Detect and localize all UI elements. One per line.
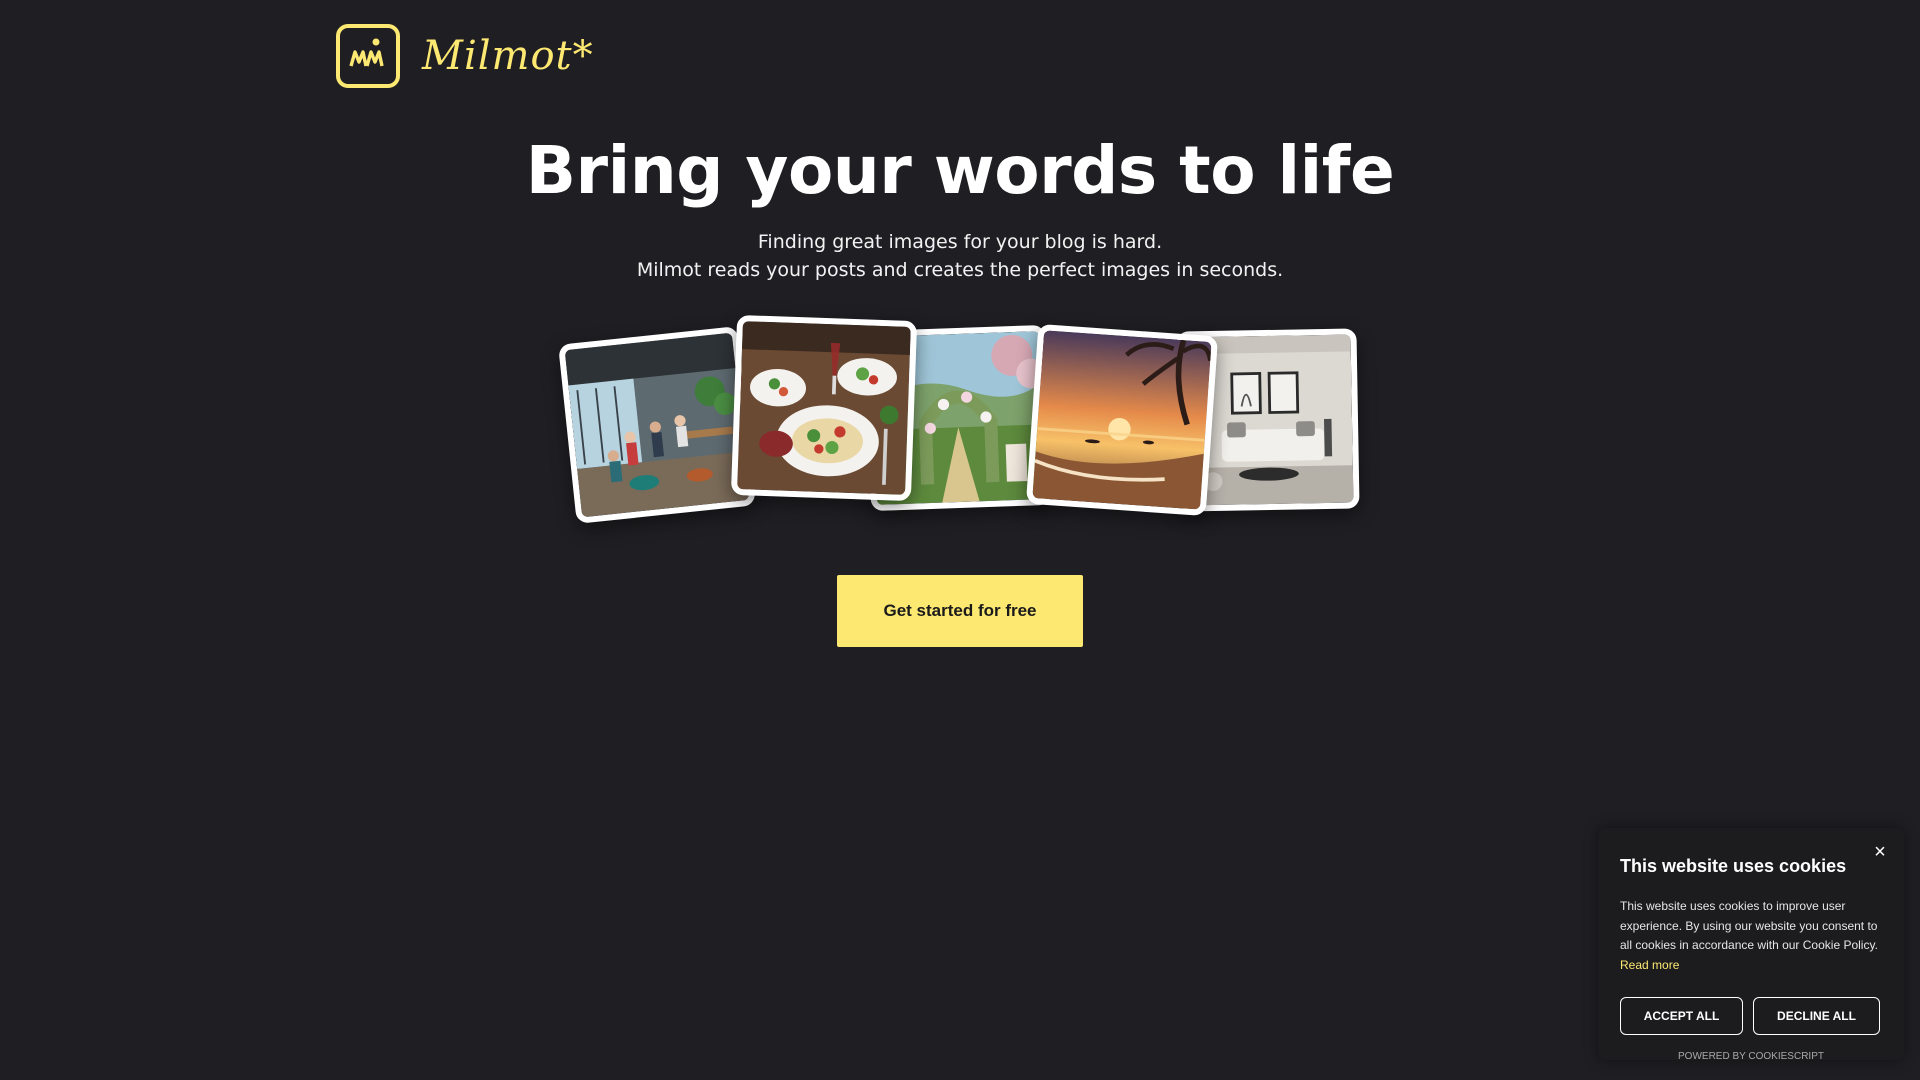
logo-mark-icon [336, 24, 400, 88]
read-more-link[interactable]: Read more [1620, 958, 1679, 972]
close-icon[interactable]: × [1870, 842, 1890, 862]
brand-name: Milmot* [422, 33, 594, 79]
hero-subtitle-line-2: Milmot reads your posts and creates the … [636, 259, 1284, 281]
cookie-buttons: ACCEPT ALL DECLINE ALL [1620, 997, 1882, 1035]
hero-subtitle-line-1: Finding great images for your blog is ha… [757, 231, 1163, 253]
logo[interactable]: Milmot* [336, 24, 594, 88]
decline-all-button[interactable]: DECLINE ALL [1753, 997, 1880, 1035]
hero-subtitle: Finding great images for your blog is ha… [0, 228, 1920, 284]
cookie-body-text: This website uses cookies to improve use… [1620, 899, 1878, 952]
cookie-title: This website uses cookies [1620, 856, 1847, 876]
food-table-image [730, 314, 918, 502]
office-cafe-image [558, 326, 756, 524]
page: Milmot* Bring your words to life Finding… [0, 0, 1920, 1080]
sunset-beach-image [1025, 323, 1219, 517]
hero-title: Bring your words to life [525, 132, 1395, 209]
accept-all-button[interactable]: ACCEPT ALL [1620, 997, 1743, 1035]
cookie-body: This website uses cookies to improve use… [1620, 897, 1882, 975]
get-started-button[interactable]: Get started for free [837, 575, 1083, 647]
cookie-banner: × This website uses cookies This website… [1598, 828, 1904, 1062]
powered-by-label[interactable]: POWERED BY COOKIESCRIPT [1620, 1051, 1882, 1062]
